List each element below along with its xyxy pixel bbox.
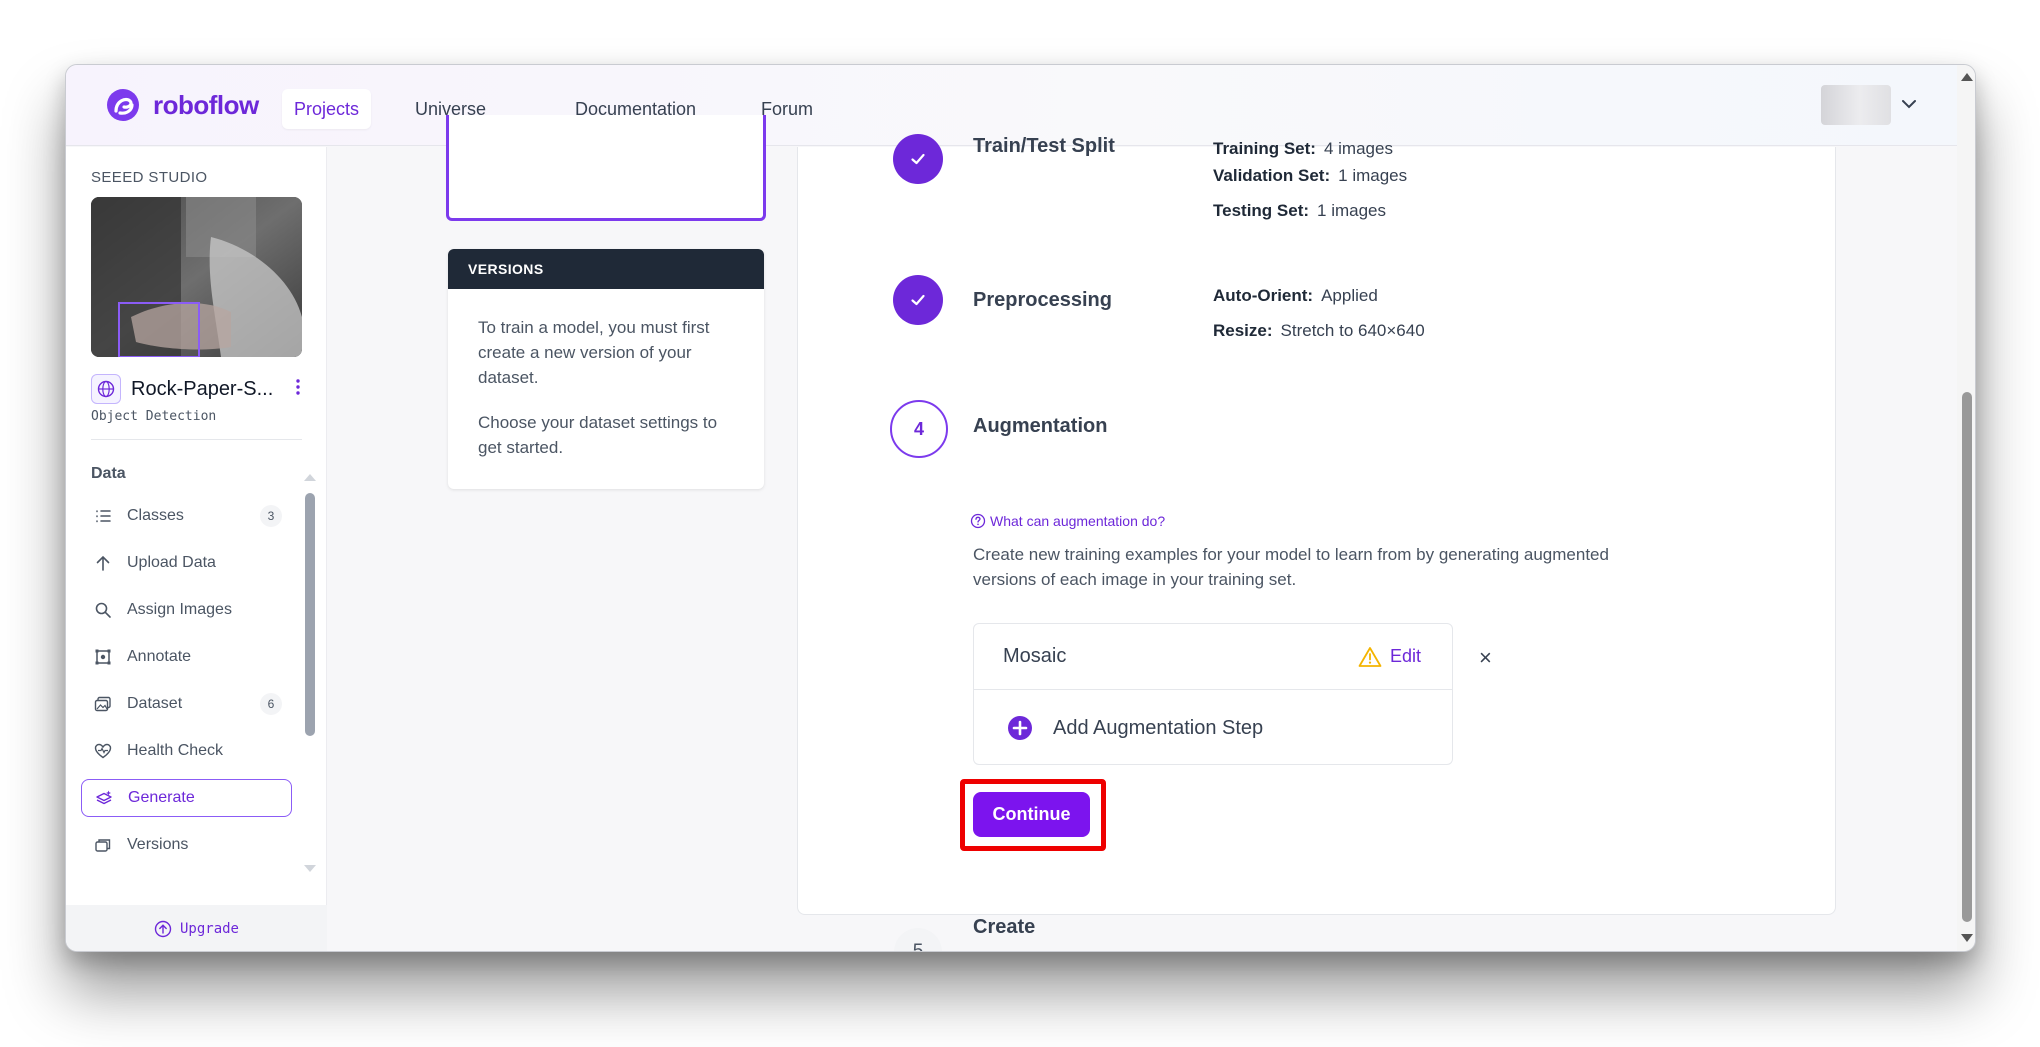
augmentation-description: Create new training examples for your mo… bbox=[973, 545, 1609, 589]
resize-row: Resize: Stretch to 640×640 bbox=[1213, 321, 1425, 340]
step-title-augmentation: Augmentation bbox=[973, 415, 1108, 437]
images-icon bbox=[93, 694, 113, 714]
project-type: Object Detection bbox=[91, 409, 217, 424]
sidebar-item-label: Versions bbox=[127, 836, 189, 853]
auto-orient-row: Auto-Orient: Applied bbox=[1213, 286, 1378, 305]
sidebar-item-annotate[interactable]: Annotate bbox=[81, 638, 292, 676]
scroll-down-arrow[interactable] bbox=[304, 865, 316, 872]
upgrade-icon bbox=[154, 920, 172, 938]
page-scrollbar[interactable] bbox=[1962, 392, 1972, 922]
warning-icon bbox=[1358, 647, 1382, 667]
sidebar-section-data: Data bbox=[91, 465, 126, 482]
sidebar-item-health-check[interactable]: Health Check bbox=[81, 732, 292, 770]
step-title-create: Create bbox=[973, 916, 1036, 938]
sidebar-item-label: Dataset bbox=[127, 695, 183, 712]
check-icon bbox=[911, 153, 925, 165]
count-badge: 6 bbox=[260, 693, 282, 715]
annotate-icon bbox=[93, 647, 113, 667]
sidebar-item-label: Classes bbox=[127, 507, 184, 524]
sidebar-item-dataset[interactable]: Dataset 6 bbox=[81, 685, 292, 723]
sidebar-item-upload-data[interactable]: Upload Data bbox=[81, 544, 292, 582]
augmentation-steps-list: Mosaic Edit × Add Augmentation Step bbox=[973, 623, 1492, 765]
brand-name: roboflow bbox=[153, 89, 259, 120]
versions-icon bbox=[93, 835, 113, 855]
page-scroll-down-arrow[interactable] bbox=[1961, 934, 1973, 942]
roboflow-logo-icon bbox=[107, 89, 139, 121]
count-badge: 3 bbox=[260, 505, 282, 527]
generate-icon bbox=[94, 788, 114, 808]
add-augmentation-step-button[interactable]: Add Augmentation Step bbox=[1007, 715, 1263, 741]
versions-panel: VERSIONS To train a model, you must firs… bbox=[448, 249, 764, 489]
version-steps-card: Train/Test Split Training Set: 4 images V… bbox=[797, 134, 1836, 951]
upgrade-label: Upgrade bbox=[179, 921, 239, 937]
edit-augmentation-link[interactable]: Edit bbox=[1390, 646, 1421, 667]
previous-card bbox=[446, 115, 766, 221]
remove-augmentation-button[interactable]: × bbox=[1479, 645, 1492, 671]
step-number-badge: 5 bbox=[894, 928, 942, 951]
project-header: Rock-Paper-S... bbox=[91, 374, 311, 404]
chevron-down-icon[interactable] bbox=[1898, 93, 1920, 115]
plus-circle-icon bbox=[1008, 716, 1032, 740]
versions-info-text: To train a model, you must first create … bbox=[478, 318, 710, 387]
user-avatar[interactable] bbox=[1821, 85, 1891, 125]
sidebar-item-assign-images[interactable]: Assign Images bbox=[81, 591, 292, 629]
testing-set-row: Testing Set: 1 images bbox=[1213, 201, 1387, 220]
step-done-badge bbox=[893, 275, 943, 325]
sidebar-item-label: Upload Data bbox=[127, 554, 216, 571]
continue-button[interactable]: Continue bbox=[973, 792, 1090, 837]
globe-icon bbox=[91, 374, 121, 404]
step-number-badge: 4 bbox=[890, 400, 948, 458]
sidebar-item-label: Assign Images bbox=[127, 601, 232, 618]
sidebar-divider bbox=[91, 439, 302, 440]
project-thumbnail-image bbox=[91, 197, 302, 357]
search-icon bbox=[93, 600, 113, 620]
sidebar: SEEED STUDIO Rock-Paper-S... Object Dete… bbox=[66, 147, 327, 951]
heart-pulse-icon bbox=[93, 741, 113, 761]
scroll-up-arrow[interactable] bbox=[304, 474, 316, 481]
sidebar-item-label: Generate bbox=[128, 789, 195, 806]
sidebar-scrollbar[interactable] bbox=[305, 493, 315, 736]
step-title-split[interactable]: Train/Test Split bbox=[973, 135, 1115, 158]
project-thumbnail[interactable] bbox=[91, 197, 302, 357]
validation-set-row: Validation Set: 1 images bbox=[1213, 166, 1408, 185]
browser-window: roboflow Projects Universe Documentation… bbox=[65, 64, 1976, 952]
kebab-menu-icon[interactable] bbox=[295, 376, 301, 398]
sidebar-item-generate[interactable]: Generate bbox=[81, 779, 292, 817]
roboflow-logo[interactable]: roboflow bbox=[105, 87, 259, 123]
workspace-name: SEEED STUDIO bbox=[91, 169, 208, 186]
check-icon bbox=[911, 294, 925, 306]
augmentation-step-name: Mosaic bbox=[1003, 645, 1067, 667]
page-scroll-up-arrow[interactable] bbox=[1961, 73, 1973, 81]
sidebar-item-versions[interactable]: Versions bbox=[81, 826, 292, 864]
sidebar-item-classes[interactable]: Classes 3 bbox=[81, 497, 292, 535]
nav-projects[interactable]: Projects bbox=[282, 89, 372, 129]
versions-hint-text: Choose your dataset settings to get star… bbox=[478, 413, 718, 457]
top-navigation-bar: roboflow Projects Universe Documentation… bbox=[66, 65, 1957, 146]
train-set-row: Training Set: 4 images bbox=[1213, 139, 1393, 158]
augmentation-help-link[interactable]: What can augmentation do? bbox=[970, 513, 1165, 529]
versions-header: VERSIONS bbox=[448, 249, 764, 289]
sidebar-item-label: Annotate bbox=[127, 648, 192, 665]
project-name[interactable]: Rock-Paper-S... bbox=[131, 378, 273, 401]
upgrade-button[interactable]: Upgrade bbox=[66, 905, 327, 951]
augmentation-step-row: Mosaic Edit × bbox=[974, 624, 1492, 690]
upload-arrow-icon bbox=[93, 553, 113, 573]
list-icon bbox=[93, 506, 113, 526]
step-done-badge bbox=[893, 134, 943, 184]
sidebar-item-label: Health Check bbox=[127, 742, 224, 759]
question-circle-icon bbox=[970, 513, 986, 529]
step-title-preprocessing[interactable]: Preprocessing bbox=[973, 289, 1112, 312]
